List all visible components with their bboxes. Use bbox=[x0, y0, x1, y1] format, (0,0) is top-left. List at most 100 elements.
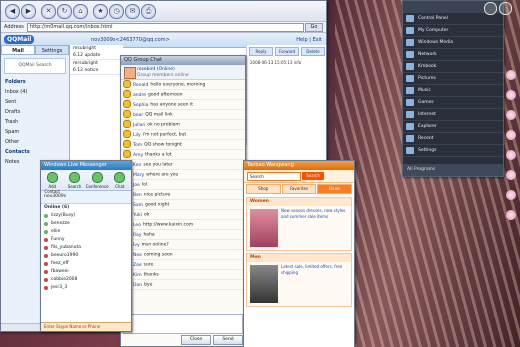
search-button[interactable]: Search bbox=[302, 172, 324, 180]
contact-item[interactable]: beeuro1990 bbox=[41, 252, 131, 260]
tab-shop[interactable]: Shop bbox=[246, 184, 281, 194]
chat-user[interactable]: Julian bbox=[133, 123, 145, 128]
dock-icon[interactable] bbox=[506, 130, 516, 140]
go-button[interactable]: Go bbox=[305, 23, 323, 32]
panel-item[interactable]: Games bbox=[403, 97, 503, 109]
contact-item[interactable]: lizzy(Busy) bbox=[41, 212, 131, 220]
dock-icon[interactable] bbox=[506, 170, 516, 180]
skype-input[interactable]: Enter Skype Name or Phone bbox=[41, 322, 131, 331]
favorites-icon[interactable]: ★ bbox=[93, 4, 108, 19]
maximize-icon[interactable] bbox=[499, 2, 512, 15]
contact-item[interactable]: fils_yubanuta bbox=[41, 244, 131, 252]
search-input[interactable]: Search bbox=[247, 172, 301, 181]
chat-user[interactable]: Dan bbox=[133, 283, 142, 288]
contact-group[interactable]: Online (6) bbox=[41, 204, 131, 212]
section-text[interactable]: New season dresses, new styles and summe… bbox=[281, 208, 349, 220]
forward-icon[interactable]: ▶ bbox=[21, 4, 36, 19]
dock-icon[interactable] bbox=[506, 210, 516, 220]
chat-user[interactable]: bear bbox=[133, 113, 143, 118]
reply-button[interactable]: Reply bbox=[249, 47, 273, 56]
panel-item[interactable]: Windows Media bbox=[403, 37, 503, 49]
panel-item[interactable]: Pictures bbox=[403, 73, 503, 85]
header-links[interactable]: Help | Exit bbox=[296, 37, 322, 43]
home-icon[interactable]: ⌂ bbox=[73, 4, 88, 19]
contact-item[interactable]: jesr3_3 bbox=[41, 284, 131, 292]
panel-item[interactable]: My Computer bbox=[403, 25, 503, 37]
chat-user[interactable]: Kim bbox=[133, 273, 142, 278]
chat-user[interactable]: Leo bbox=[133, 223, 141, 228]
send-button[interactable]: Send bbox=[213, 335, 243, 345]
chat-user[interactable]: Zoe bbox=[133, 263, 142, 268]
conference-button[interactable]: Conference bbox=[86, 170, 109, 190]
delete-button[interactable]: Delete bbox=[301, 47, 325, 56]
panel-item[interactable]: Recent bbox=[403, 133, 503, 145]
dock-icon[interactable] bbox=[506, 150, 516, 160]
panel-item[interactable]: Internet bbox=[403, 109, 503, 121]
panel-item[interactable]: Explorer bbox=[403, 121, 503, 133]
minimize-icon[interactable] bbox=[484, 2, 497, 15]
folder-drafts[interactable]: Drafts bbox=[1, 107, 69, 117]
dock-icon[interactable] bbox=[506, 110, 516, 120]
panel-item[interactable]: Music bbox=[403, 85, 503, 97]
chat-user[interactable]: Ben bbox=[133, 193, 142, 198]
chat-user[interactable]: Ronald bbox=[133, 83, 148, 88]
folder-other[interactable]: Other bbox=[1, 137, 69, 147]
mail-search-box[interactable]: QQMail Search bbox=[4, 58, 66, 74]
back-icon[interactable]: ◀ bbox=[5, 4, 20, 19]
chat-user[interactable]: andre bbox=[133, 93, 146, 98]
print-icon[interactable]: ⎙ bbox=[141, 4, 156, 19]
section-text[interactable]: Latest sale, limited offers, free shippi… bbox=[281, 264, 349, 276]
forward-button[interactable]: Forward bbox=[275, 47, 299, 56]
folder-trash[interactable]: Trash bbox=[1, 117, 69, 127]
contact-item[interactable]: Funny bbox=[41, 236, 131, 244]
chat-user[interactable]: Mary bbox=[133, 173, 144, 178]
tab-mail[interactable]: Mail bbox=[1, 45, 35, 55]
dock-icon[interactable] bbox=[506, 190, 516, 200]
all-programs[interactable]: All Programs bbox=[403, 164, 503, 176]
chat-user[interactable]: Ray bbox=[133, 233, 141, 238]
list-item[interactable]: mrsubright 6.12 notice bbox=[70, 60, 123, 75]
tab-favorites[interactable]: Favorites bbox=[281, 184, 317, 194]
contact-item[interactable]: ellie bbox=[41, 228, 131, 236]
contact-item[interactable]: fbaweei bbox=[41, 268, 131, 276]
refresh-icon[interactable]: ↻ bbox=[57, 4, 72, 19]
dock-icon[interactable] bbox=[506, 90, 516, 100]
panel-item[interactable]: Kmbook bbox=[403, 61, 503, 73]
taobao-section-women[interactable]: Women New season dresses, new styles and… bbox=[246, 197, 352, 251]
search-button[interactable]: Search bbox=[63, 170, 85, 190]
contact-item[interactable]: feez_eff bbox=[41, 260, 131, 268]
history-icon[interactable]: ◷ bbox=[109, 4, 124, 19]
chat-user[interactable]: Neo bbox=[133, 253, 142, 258]
chat-input[interactable] bbox=[123, 314, 243, 334]
add-contact-button[interactable]: Add Contact bbox=[41, 170, 63, 194]
folder-inbox[interactable]: Inbox (4) bbox=[1, 87, 69, 97]
folder-spam[interactable]: Spam bbox=[1, 127, 69, 137]
folder-contacts[interactable]: Contacts bbox=[1, 147, 69, 157]
tab-settings[interactable]: Settings bbox=[35, 45, 69, 55]
chat-user[interactable]: Amy bbox=[133, 153, 143, 158]
tab-deals[interactable]: Deals bbox=[317, 184, 353, 194]
msn-self[interactable]: nov3009s bbox=[41, 191, 131, 204]
panel-item[interactable]: Network bbox=[403, 49, 503, 61]
contact-item[interactable]: cobbie2008 bbox=[41, 276, 131, 284]
chat-user[interactable]: Lily bbox=[133, 133, 141, 138]
chat-user[interactable]: Sam bbox=[133, 203, 143, 208]
chat-user[interactable]: Ken bbox=[133, 163, 141, 168]
chat-user[interactable]: Ivy bbox=[133, 243, 140, 248]
taobao-title[interactable]: Taobao Wangwang bbox=[244, 161, 354, 170]
chat-user[interactable]: Tom bbox=[133, 143, 142, 148]
contact-item[interactable]: benezze bbox=[41, 220, 131, 228]
chat-user[interactable]: Sophia bbox=[133, 103, 148, 108]
mail-icon[interactable]: ✉ bbox=[125, 4, 140, 19]
taobao-section-men[interactable]: Men Latest sale, limited offers, free sh… bbox=[246, 253, 352, 307]
stop-icon[interactable]: ✕ bbox=[41, 4, 56, 19]
chat-user[interactable]: Yuki bbox=[133, 213, 142, 218]
url-input[interactable]: http://m0mail.qq.com/inbox.html bbox=[27, 23, 304, 32]
list-item[interactable]: msubright 6.12 update bbox=[70, 45, 123, 60]
chat-title[interactable]: QQ Group Chat bbox=[121, 56, 245, 65]
chat-user[interactable]: Joe bbox=[133, 183, 140, 188]
panel-item[interactable]: Settings bbox=[403, 145, 503, 157]
close-button[interactable]: Close bbox=[181, 335, 211, 345]
folder-sent[interactable]: Sent bbox=[1, 97, 69, 107]
dock-icon[interactable] bbox=[506, 70, 516, 80]
